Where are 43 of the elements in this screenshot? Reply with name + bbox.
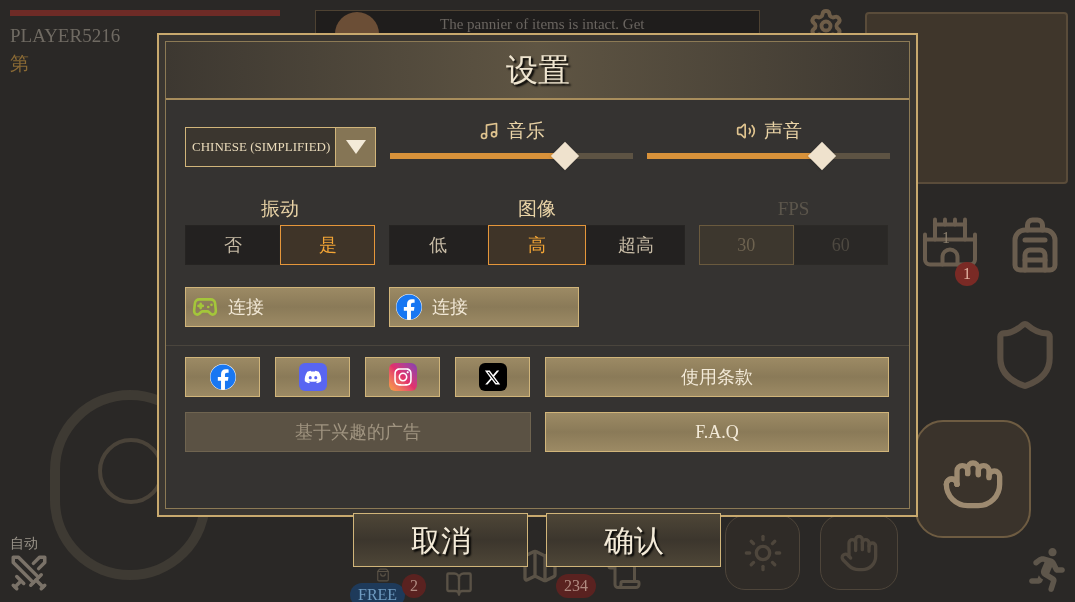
link-button[interactable]: F.A.Q bbox=[545, 412, 889, 452]
facebook-icon bbox=[396, 294, 422, 320]
toggle-label: 振动 bbox=[261, 197, 299, 221]
dialog-button[interactable]: 取消 bbox=[353, 513, 528, 567]
connect-button[interactable]: 连接 bbox=[389, 287, 579, 327]
toggle-label: 图像 bbox=[518, 197, 556, 221]
link-button[interactable]: 使用条款 bbox=[545, 357, 889, 397]
hand-button[interactable] bbox=[820, 515, 898, 590]
dialog-title: 设置 bbox=[505, 51, 570, 90]
level-label: 第 bbox=[10, 52, 29, 76]
option-tab[interactable]: 低 bbox=[389, 225, 488, 265]
count-badge: 234 bbox=[556, 574, 596, 598]
option-tab[interactable]: 高 bbox=[487, 225, 587, 265]
castle-level: 1 bbox=[942, 228, 950, 248]
social-button[interactable] bbox=[455, 357, 530, 397]
social-button[interactable] bbox=[365, 357, 440, 397]
language-select[interactable]: CHINESE (SIMPLIFIED) bbox=[185, 127, 376, 167]
message-text: The pannier of items is intact. Get bbox=[440, 15, 645, 34]
option-tab[interactable]: 否 bbox=[185, 225, 280, 265]
count-badge: 1 bbox=[955, 262, 979, 286]
sun-icon bbox=[742, 532, 783, 573]
dialog-button[interactable]: 确认 bbox=[546, 513, 721, 567]
slider-label: 声音 bbox=[763, 118, 802, 143]
option-tab[interactable]: 超高 bbox=[586, 225, 685, 265]
slider-label: 音乐 bbox=[506, 118, 545, 143]
x-icon bbox=[478, 363, 507, 391]
player-name: PLAYER5216 bbox=[10, 24, 121, 48]
free-tag: FREE bbox=[350, 583, 406, 602]
auto-label: 自动 bbox=[10, 535, 38, 553]
sun-button[interactable] bbox=[725, 515, 800, 590]
fist-button[interactable] bbox=[915, 420, 1031, 538]
language-value: CHINESE (SIMPLIFIED) bbox=[191, 138, 332, 157]
option-tab[interactable]: 是 bbox=[280, 225, 375, 265]
instagram-icon bbox=[388, 363, 417, 391]
speaker-icon bbox=[735, 121, 756, 141]
music-note-icon bbox=[478, 121, 499, 141]
hand-icon bbox=[839, 532, 879, 573]
dropdown-caret-icon bbox=[335, 128, 375, 166]
facebook-icon bbox=[209, 364, 236, 390]
count-badge: 2 bbox=[402, 574, 426, 598]
connect-button[interactable]: 连接 bbox=[185, 287, 375, 327]
social-button[interactable] bbox=[275, 357, 350, 397]
discord-icon bbox=[298, 363, 327, 391]
